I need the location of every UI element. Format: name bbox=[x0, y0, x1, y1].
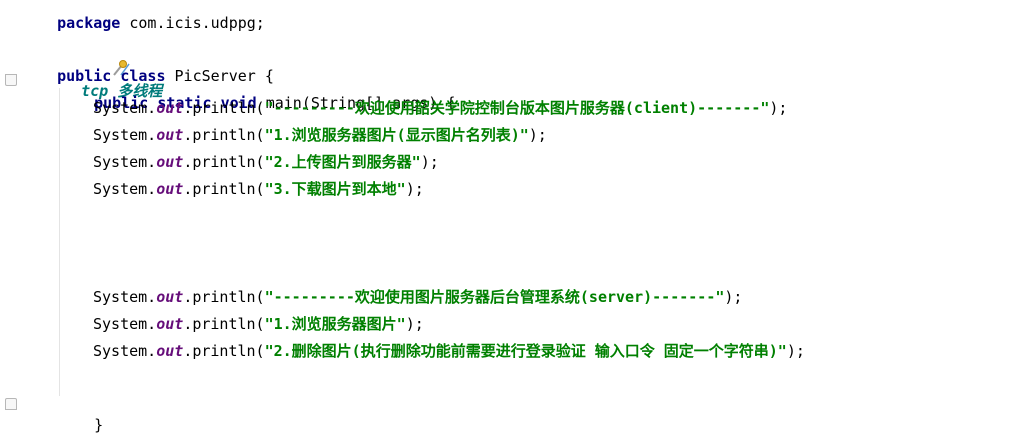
println-call: .println( bbox=[183, 342, 265, 360]
fold-close-icon[interactable] bbox=[5, 398, 17, 410]
out-field: out bbox=[156, 99, 184, 117]
statement-end: ); bbox=[405, 180, 424, 198]
code-line-print[interactable]: System.out.println("---------欢迎使用图片服务器后台… bbox=[93, 286, 742, 308]
println-call: .println( bbox=[183, 153, 265, 171]
system-prefix: System. bbox=[93, 288, 157, 306]
println-call: .println( bbox=[183, 288, 265, 306]
println-call: .println( bbox=[183, 180, 265, 198]
code-line-package[interactable]: package com.icis.udppg; bbox=[21, 0, 265, 32]
code-line-class-close[interactable]: } bbox=[21, 419, 66, 441]
code-editor[interactable]: package com.icis.udppg; tcp 多线程 public c… bbox=[0, 0, 1025, 442]
string-literal: "---------欢迎使用图片服务器后台管理系统(server)-------… bbox=[264, 288, 725, 306]
println-call: .println( bbox=[183, 315, 265, 333]
statement-end: ); bbox=[769, 99, 788, 117]
system-prefix: System. bbox=[93, 342, 157, 360]
statement-end: ); bbox=[405, 315, 424, 333]
out-field: out bbox=[156, 315, 184, 333]
out-field: out bbox=[156, 180, 184, 198]
code-line-print[interactable]: System.out.println("1.浏览服务器图片(显示图片名列表)")… bbox=[93, 124, 547, 146]
println-call: .println( bbox=[183, 99, 265, 117]
code-line-class[interactable]: public class PicServer { bbox=[21, 43, 274, 85]
statement-end: ); bbox=[420, 153, 439, 171]
out-field: out bbox=[156, 288, 184, 306]
method-close-brace: } bbox=[94, 416, 104, 434]
code-line-print[interactable]: System.out.println("2.删除图片(执行删除功能前需要进行登录… bbox=[93, 340, 805, 362]
code-line-print[interactable]: System.out.println("2.上传图片到服务器"); bbox=[93, 151, 439, 173]
out-field: out bbox=[156, 342, 184, 360]
code-line-print[interactable]: System.out.println("3.下载图片到本地"); bbox=[93, 178, 424, 200]
out-field: out bbox=[156, 153, 184, 171]
system-prefix: System. bbox=[93, 99, 157, 117]
system-prefix: System. bbox=[93, 315, 157, 333]
string-literal: "1.浏览服务器图片" bbox=[264, 315, 406, 333]
string-literal: "1.浏览服务器图片(显示图片名列表)" bbox=[264, 126, 529, 144]
code-line-comment[interactable]: tcp 多线程 bbox=[21, 15, 162, 100]
statement-end: ); bbox=[786, 342, 805, 360]
out-field: out bbox=[156, 126, 184, 144]
code-line-method-close[interactable]: } bbox=[58, 392, 103, 434]
code-line-print[interactable]: System.out.println("---------欢迎使用韶关学院控制台… bbox=[93, 97, 787, 119]
code-line-print[interactable]: System.out.println("1.浏览服务器图片"); bbox=[93, 313, 424, 335]
system-prefix: System. bbox=[93, 126, 157, 144]
statement-end: ); bbox=[528, 126, 547, 144]
println-call: .println( bbox=[183, 126, 265, 144]
statement-end: ); bbox=[724, 288, 743, 306]
string-literal: "---------欢迎使用韶关学院控制台版本图片服务器(client)----… bbox=[264, 99, 770, 117]
system-prefix: System. bbox=[93, 153, 157, 171]
system-prefix: System. bbox=[93, 180, 157, 198]
string-literal: "3.下载图片到本地" bbox=[264, 180, 406, 198]
fold-open-icon[interactable] bbox=[5, 74, 17, 86]
string-literal: "2.上传图片到服务器" bbox=[264, 153, 421, 171]
code-line-method[interactable]: public static void main(String[] args) { bbox=[58, 70, 455, 112]
string-literal: "2.删除图片(执行删除功能前需要进行登录验证 输入口令 固定一个字符串)" bbox=[264, 342, 787, 360]
